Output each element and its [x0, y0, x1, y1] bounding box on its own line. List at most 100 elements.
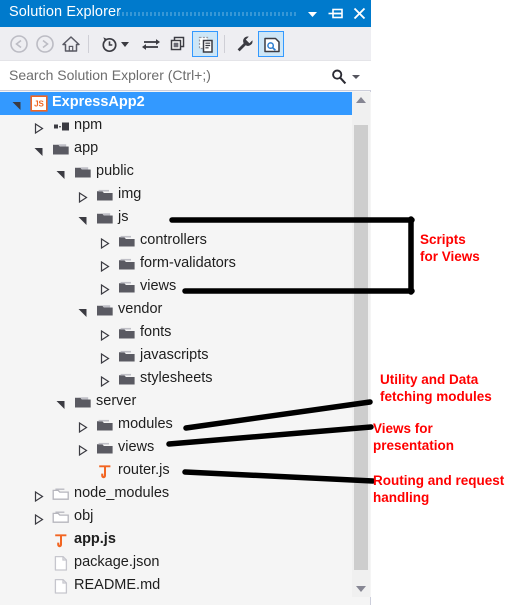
scroll-up-arrow-icon — [356, 97, 366, 103]
back-arrow-icon — [10, 35, 28, 53]
tree-item-obj[interactable]: obj — [0, 506, 352, 529]
tree-vertical-scrollbar[interactable] — [352, 92, 370, 597]
title-dropdown-button[interactable] — [303, 4, 322, 23]
tree-twisty[interactable] — [33, 121, 44, 135]
tree-twisty[interactable] — [99, 236, 110, 250]
twisty-collapsed-icon[interactable] — [99, 375, 110, 388]
tree-item-label: router.js — [118, 462, 170, 478]
tree-item-modules[interactable]: modules — [0, 414, 352, 437]
twisty-collapsed-icon[interactable] — [99, 352, 110, 365]
folder-open-icon — [75, 167, 91, 178]
pin-icon — [328, 8, 343, 19]
tree-item-icon — [74, 394, 92, 411]
tree-item-readme-md[interactable]: README.md — [0, 575, 352, 597]
twisty-collapsed-icon[interactable] — [99, 237, 110, 250]
twisty-expanded-icon[interactable] — [11, 100, 22, 111]
tree-item-label: views — [118, 439, 155, 455]
tree-twisty[interactable] — [99, 351, 110, 365]
tree-twisty[interactable] — [33, 144, 44, 157]
tree-twisty[interactable] — [77, 443, 88, 457]
folder-open-icon — [97, 213, 113, 224]
twisty-collapsed-icon[interactable] — [77, 191, 88, 204]
tree-item-public[interactable]: public — [0, 161, 352, 184]
twisty-collapsed-icon[interactable] — [33, 122, 44, 135]
pin-button[interactable] — [327, 4, 346, 23]
tree-item-javascripts[interactable]: javascripts — [0, 345, 352, 368]
twisty-collapsed-icon[interactable] — [99, 283, 110, 296]
tree-twisty[interactable] — [99, 282, 110, 296]
twisty-collapsed-icon[interactable] — [77, 444, 88, 457]
twisty-expanded-icon[interactable] — [77, 215, 88, 226]
file-icon — [54, 578, 68, 594]
tree-item-icon — [118, 371, 136, 388]
back-button[interactable] — [6, 31, 32, 57]
tree-item-js[interactable]: js — [0, 207, 352, 230]
tree-item-views[interactable]: views — [0, 437, 352, 460]
tree-item-app-js[interactable]: app.js — [0, 529, 352, 552]
tree-item-expressapp2[interactable]: JS ExpressApp2 — [0, 92, 352, 115]
tree-item-app[interactable]: app — [0, 138, 352, 161]
search-icon[interactable] — [330, 68, 348, 86]
tree-item-label: modules — [118, 416, 173, 432]
tree-item-form-validators[interactable]: form-validators — [0, 253, 352, 276]
chevron-down-icon — [308, 12, 317, 17]
tree-twisty[interactable] — [77, 190, 88, 204]
properties-button[interactable] — [232, 31, 258, 57]
search-dropdown-button[interactable] — [352, 75, 360, 79]
folder-ghost-icon — [52, 488, 69, 500]
tree-item-icon — [52, 509, 70, 526]
scroll-up-button[interactable] — [352, 92, 370, 110]
tree-twisty[interactable] — [11, 98, 22, 111]
sync-button[interactable] — [138, 31, 164, 57]
refresh-button[interactable] — [164, 31, 190, 57]
twisty-expanded-icon[interactable] — [55, 399, 66, 410]
tree-item-label: fonts — [140, 324, 172, 340]
tree-twisty[interactable] — [99, 259, 110, 273]
tree-item-views[interactable]: views — [0, 276, 352, 299]
tree-item-label: package.json — [74, 554, 160, 570]
twisty-collapsed-icon[interactable] — [33, 490, 44, 503]
twisty-expanded-icon[interactable] — [77, 307, 88, 318]
twisty-expanded-icon[interactable] — [33, 146, 44, 157]
tree-item-icon — [52, 555, 70, 572]
npm-icon — [54, 122, 69, 131]
preview-button[interactable] — [258, 31, 284, 57]
forward-button[interactable] — [32, 31, 58, 57]
tree-twisty[interactable] — [33, 512, 44, 526]
scroll-down-button[interactable] — [352, 579, 370, 597]
tree-item-server[interactable]: server — [0, 391, 352, 414]
js-file-icon — [55, 534, 67, 548]
twisty-collapsed-icon[interactable] — [77, 421, 88, 434]
tree-item-img[interactable]: img — [0, 184, 352, 207]
search-input[interactable]: Search Solution Explorer (Ctrl+;) — [9, 67, 211, 83]
tree-twisty[interactable] — [99, 328, 110, 342]
tree-item-npm[interactable]: npm — [0, 115, 352, 138]
tree-item-fonts[interactable]: fonts — [0, 322, 352, 345]
twisty-collapsed-icon[interactable] — [33, 513, 44, 526]
solution-tree[interactable]: JS ExpressApp2 npm app public img js controller… — [0, 92, 371, 597]
pending-changes-dropdown[interactable] — [118, 31, 132, 57]
tree-item-router-js[interactable]: router.js — [0, 460, 352, 483]
tree-twisty[interactable] — [77, 305, 88, 318]
twisty-collapsed-icon[interactable] — [99, 329, 110, 342]
home-button[interactable] — [58, 31, 84, 57]
tree-item-node-modules[interactable]: node_modules — [0, 483, 352, 506]
wrench-icon — [237, 36, 253, 52]
tree-item-stylesheets[interactable]: stylesheets — [0, 368, 352, 391]
tree-item-vendor[interactable]: vendor — [0, 299, 352, 322]
tree-twisty[interactable] — [33, 489, 44, 503]
tree-twisty[interactable] — [55, 167, 66, 180]
scrollbar-thumb[interactable] — [354, 125, 368, 570]
twisty-expanded-icon[interactable] — [55, 169, 66, 180]
tree-twisty[interactable] — [99, 374, 110, 388]
tree-twisty[interactable] — [77, 213, 88, 226]
close-button[interactable] — [350, 4, 369, 23]
tree-item-package-json[interactable]: package.json — [0, 552, 352, 575]
twisty-collapsed-icon[interactable] — [99, 260, 110, 273]
search-bar[interactable]: Search Solution Explorer (Ctrl+;) — [0, 61, 371, 91]
tree-twisty[interactable] — [77, 420, 88, 434]
show-all-files-button[interactable] — [192, 31, 218, 57]
annotation-utility-and-data-modules: Utility and Data fetching modules — [380, 372, 492, 404]
tree-item-controllers[interactable]: controllers — [0, 230, 352, 253]
tree-twisty[interactable] — [55, 397, 66, 410]
